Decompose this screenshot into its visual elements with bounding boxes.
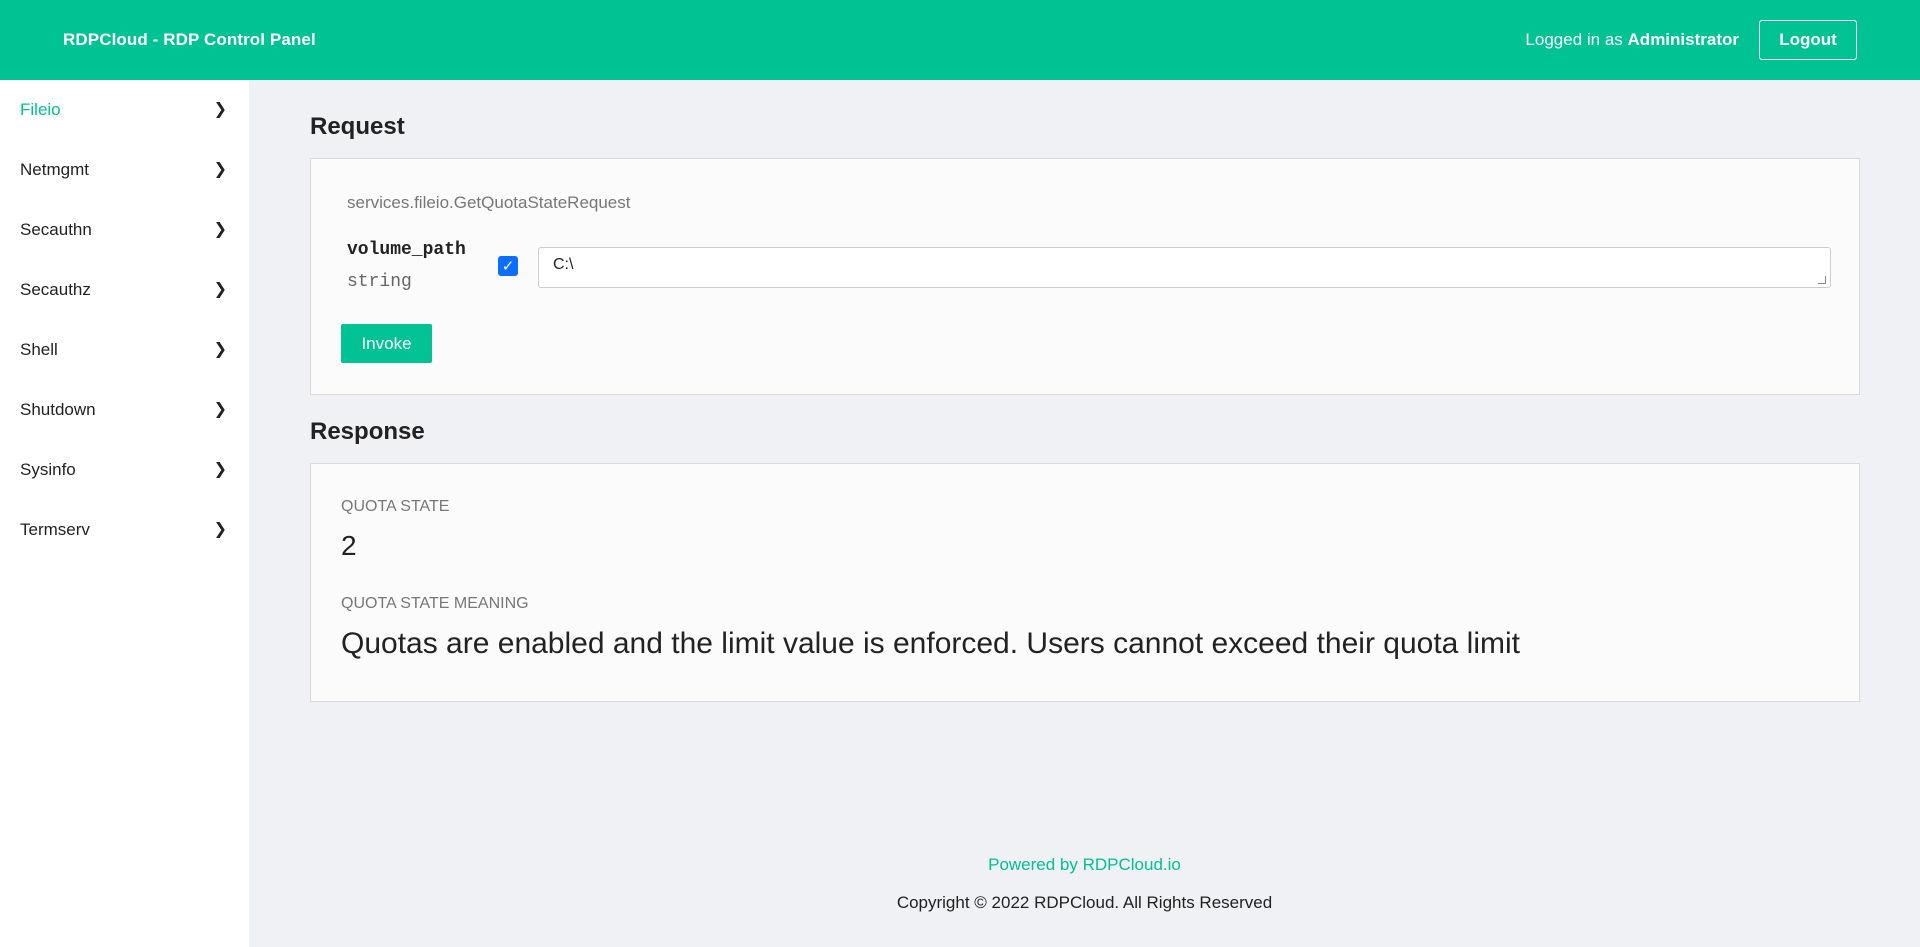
chevron-right-icon: ❯	[213, 161, 227, 178]
sidebar-item-sysinfo[interactable]: Sysinfo ❯	[0, 440, 249, 500]
quota-state-label: QUOTA STATE	[341, 498, 450, 515]
chevron-right-icon: ❯	[213, 461, 227, 478]
top-header: RDPCloud - RDP Control Panel Logged in a…	[0, 0, 1920, 80]
sidebar-item-label: Fileio	[20, 100, 61, 119]
resize-grip-icon[interactable]	[1818, 276, 1826, 284]
chevron-right-icon: ❯	[213, 521, 227, 538]
chevron-right-icon: ❯	[213, 341, 227, 358]
sidebar-item-label: Shell	[20, 340, 58, 359]
sidebar-item-shutdown[interactable]: Shutdown ❯	[0, 380, 249, 440]
sidebar-item-termserv[interactable]: Termserv ❯	[0, 500, 249, 560]
logout-button[interactable]: Logout	[1759, 20, 1857, 60]
field-name: volume_path	[347, 240, 466, 260]
request-card: services.fileio.GetQuotaStateRequest vol…	[310, 158, 1860, 395]
user-area: Logged in as Administrator Logout	[1525, 20, 1857, 60]
powered-by-link[interactable]: Powered by RDPCloud.io	[249, 855, 1920, 875]
username: Administrator	[1627, 30, 1739, 49]
response-card: QUOTA STATE 2 QUOTA STATE MEANING Quotas…	[310, 463, 1860, 702]
quota-meaning-label: QUOTA STATE MEANING	[341, 595, 529, 612]
sidebar-item-shell[interactable]: Shell ❯	[0, 320, 249, 380]
sidebar-item-label: Secauthn	[20, 220, 92, 239]
sidebar: Fileio ❯ Netmgmt ❯ Secauthn ❯ Secauthz ❯…	[0, 80, 249, 947]
chevron-right-icon: ❯	[213, 101, 227, 118]
field-type: string	[347, 272, 412, 292]
login-prefix: Logged in as	[1525, 30, 1623, 49]
sidebar-item-label: Termserv	[20, 520, 90, 539]
request-title: Request	[310, 113, 405, 140]
sidebar-item-secauthz[interactable]: Secauthz ❯	[0, 260, 249, 320]
field-enabled-checkbox[interactable]: ✓	[498, 256, 518, 276]
response-title: Response	[310, 418, 425, 445]
volume-path-value: C:\	[553, 256, 574, 273]
chevron-right-icon: ❯	[213, 221, 227, 238]
sidebar-item-secauthn[interactable]: Secauthn ❯	[0, 200, 249, 260]
chevron-right-icon: ❯	[213, 281, 227, 298]
sidebar-item-label: Secauthz	[20, 280, 91, 299]
chevron-right-icon: ❯	[213, 401, 227, 418]
login-status: Logged in as Administrator	[1525, 30, 1739, 50]
request-type-name: services.fileio.GetQuotaStateRequest	[347, 193, 631, 212]
checkmark-icon: ✓	[501, 258, 515, 275]
sidebar-item-label: Shutdown	[20, 400, 96, 419]
sidebar-item-label: Sysinfo	[20, 460, 76, 479]
quota-meaning-value: Quotas are enabled and the limit value i…	[341, 627, 1520, 660]
quota-state-value: 2	[341, 530, 357, 561]
invoke-button[interactable]: Invoke	[341, 324, 432, 363]
copyright-text: Copyright © 2022 RDPCloud. All Rights Re…	[896, 893, 1273, 912]
volume-path-input[interactable]: C:\	[538, 247, 1831, 288]
sidebar-item-label: Netmgmt	[20, 160, 89, 179]
sidebar-item-fileio[interactable]: Fileio ❯	[0, 80, 249, 140]
app-title: RDPCloud - RDP Control Panel	[63, 30, 316, 49]
sidebar-item-netmgmt[interactable]: Netmgmt ❯	[0, 140, 249, 200]
